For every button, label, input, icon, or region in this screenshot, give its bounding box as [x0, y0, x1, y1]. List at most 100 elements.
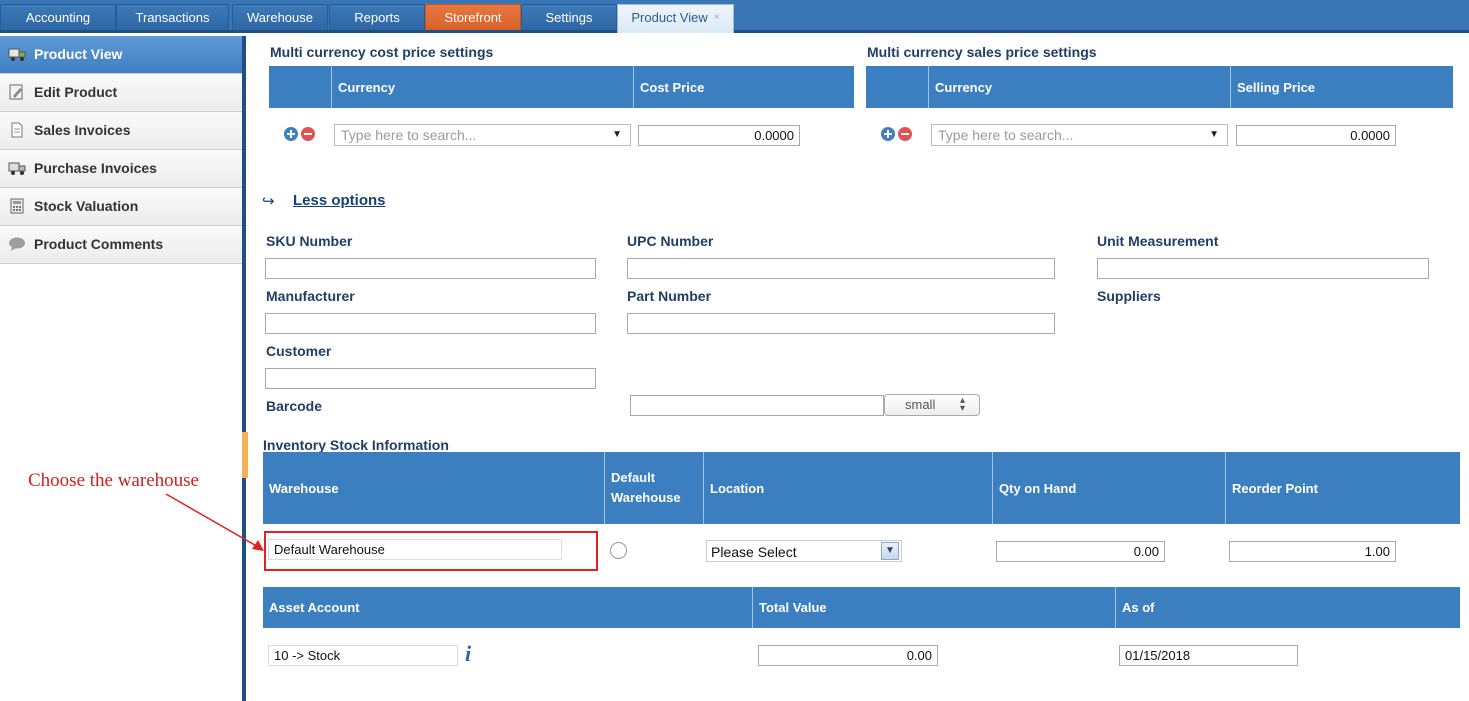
customer-label: Customer — [266, 343, 332, 359]
less-options-link[interactable]: Less options — [293, 192, 386, 209]
sku-input[interactable] — [265, 258, 596, 279]
chevron-down-icon: ▼ — [612, 129, 622, 140]
add-remove-icons[interactable] — [283, 125, 317, 143]
part-number-input[interactable] — [627, 313, 1055, 334]
sidebar-item-label: Stock Valuation — [34, 198, 139, 214]
upc-input[interactable] — [627, 258, 1055, 279]
sidebar-item-label: Edit Product — [34, 84, 118, 100]
cost-currency-search[interactable]: Type here to search... ▼ — [334, 124, 631, 146]
warehouse-input[interactable]: Default Warehouse — [268, 539, 562, 560]
suppliers-label: Suppliers — [1097, 288, 1161, 304]
calculator-icon — [10, 198, 24, 214]
annotation-text: Choose the warehouse — [28, 470, 199, 491]
sidebar-item-label: Sales Invoices — [34, 122, 131, 138]
header-blank — [866, 66, 929, 108]
barcode-size-select[interactable]: small ▴ ▾ — [884, 394, 980, 416]
tab-label: Settings — [545, 10, 593, 25]
tab-label: Product View — [631, 10, 708, 25]
tab-label: Reports — [354, 10, 400, 25]
search-placeholder: Type here to search... — [341, 127, 477, 143]
truck-icon — [8, 48, 26, 61]
col-as-of: As of — [1122, 600, 1155, 615]
inventory-header: Warehouse Default Warehouse Location Qty… — [263, 452, 1460, 524]
manufacturer-label: Manufacturer — [266, 288, 355, 304]
default-warehouse-radio[interactable] — [610, 542, 627, 559]
selling-price-input[interactable]: 0.0000 — [1236, 125, 1396, 146]
sidebar-item-label: Product View — [34, 46, 123, 62]
tab-product-view[interactable]: Product View × — [617, 4, 734, 33]
sidebar-item-label: Purchase Invoices — [34, 160, 157, 176]
col-cost-price: Cost Price — [640, 79, 705, 95]
sidebar-item-product-view[interactable]: Product View — [0, 36, 243, 74]
document-icon — [11, 122, 23, 138]
col-total-value: Total Value — [753, 587, 1116, 628]
tab-accounting[interactable]: Accounting — [0, 4, 116, 30]
search-placeholder: Type here to search... — [938, 127, 1074, 143]
add-remove-icons[interactable] — [880, 125, 914, 143]
tab-label: Storefront — [444, 10, 502, 25]
tab-label: Warehouse — [247, 10, 313, 25]
header-blank — [269, 66, 332, 108]
sidebar-item-sales-invoices[interactable]: Sales Invoices — [0, 112, 243, 150]
cost-section-title: Multi currency cost price settings — [270, 44, 494, 60]
barcode-input[interactable] — [630, 395, 884, 416]
col-location: Location — [704, 452, 993, 524]
sales-table-header: Currency Selling Price — [866, 66, 1453, 108]
tab-warehouse[interactable]: Warehouse — [232, 4, 328, 30]
updown-icon: ▴ ▾ — [959, 395, 965, 414]
sidebar: Product View Edit Product Sales Invoices… — [0, 36, 243, 264]
unit-measurement-label: Unit Measurement — [1097, 233, 1219, 249]
sales-section-title: Multi currency sales price settings — [867, 44, 1097, 60]
sku-label: SKU Number — [266, 233, 353, 249]
location-value: Please Select — [711, 544, 797, 560]
asset-account-input[interactable]: 10 -> Stock — [268, 645, 458, 666]
col-currency: Currency — [332, 66, 634, 108]
info-icon[interactable]: i — [465, 641, 471, 667]
asset-header: Asset Account Total Value As of — [263, 587, 1460, 628]
manufacturer-input[interactable] — [265, 313, 596, 334]
sidebar-divider[interactable] — [242, 36, 246, 701]
cost-table-header: Currency Cost Price — [269, 66, 854, 108]
customer-input[interactable] — [265, 368, 596, 389]
sidebar-item-purchase-invoices[interactable]: Purchase Invoices — [0, 150, 243, 188]
col-warehouse: Warehouse — [263, 452, 605, 524]
col-reorder-point: Reorder Point — [1232, 480, 1318, 496]
tab-label: Transactions — [135, 10, 210, 25]
comment-icon — [9, 237, 25, 251]
upc-label: UPC Number — [627, 233, 714, 249]
top-tab-bar: Accounting Transactions Warehouse Report… — [0, 0, 1469, 33]
barcode-size-value: small — [905, 397, 936, 412]
cost-price-input[interactable]: 0.0000 — [638, 125, 800, 146]
chevron-down-icon: ▼ — [881, 542, 899, 560]
col-default-warehouse: Default Warehouse — [605, 452, 704, 524]
col-qty-on-hand: Qty on Hand — [993, 452, 1226, 524]
annotation-arrow — [165, 493, 264, 551]
tab-reports[interactable]: Reports — [329, 4, 425, 30]
close-icon[interactable]: × — [714, 12, 720, 23]
col-selling-price: Selling Price — [1237, 79, 1316, 95]
sidebar-item-edit-product[interactable]: Edit Product — [0, 74, 243, 112]
sales-currency-search[interactable]: Type here to search... ▼ — [931, 124, 1228, 146]
tab-settings[interactable]: Settings — [521, 4, 617, 30]
sidebar-item-label: Product Comments — [34, 236, 164, 252]
barcode-label: Barcode — [266, 398, 323, 414]
qty-on-hand-input[interactable]: 0.00 — [996, 541, 1165, 562]
location-select[interactable]: Please Select ▼ — [706, 540, 902, 562]
sidebar-item-product-comments[interactable]: Product Comments — [0, 226, 243, 264]
edit-icon — [9, 84, 23, 100]
tab-storefront[interactable]: Storefront — [425, 4, 521, 30]
chevron-down-icon: ▼ — [1209, 129, 1219, 140]
as-of-date-input[interactable]: 01/15/2018 — [1119, 645, 1298, 666]
part-number-label: Part Number — [627, 288, 712, 304]
col-default-line2: Warehouse — [611, 490, 681, 505]
reorder-point-input[interactable]: 1.00 — [1229, 541, 1396, 562]
collapse-handle[interactable] — [242, 432, 248, 478]
col-default-line1: Default — [611, 470, 656, 485]
tab-transactions[interactable]: Transactions — [116, 4, 229, 30]
total-value-input[interactable]: 0.00 — [758, 645, 938, 666]
sidebar-item-stock-valuation[interactable]: Stock Valuation — [0, 188, 243, 226]
unit-measurement-input[interactable] — [1097, 258, 1429, 279]
return-arrow-icon: ↪ — [262, 193, 275, 210]
tab-label: Accounting — [25, 10, 91, 25]
col-currency: Currency — [929, 66, 1231, 108]
